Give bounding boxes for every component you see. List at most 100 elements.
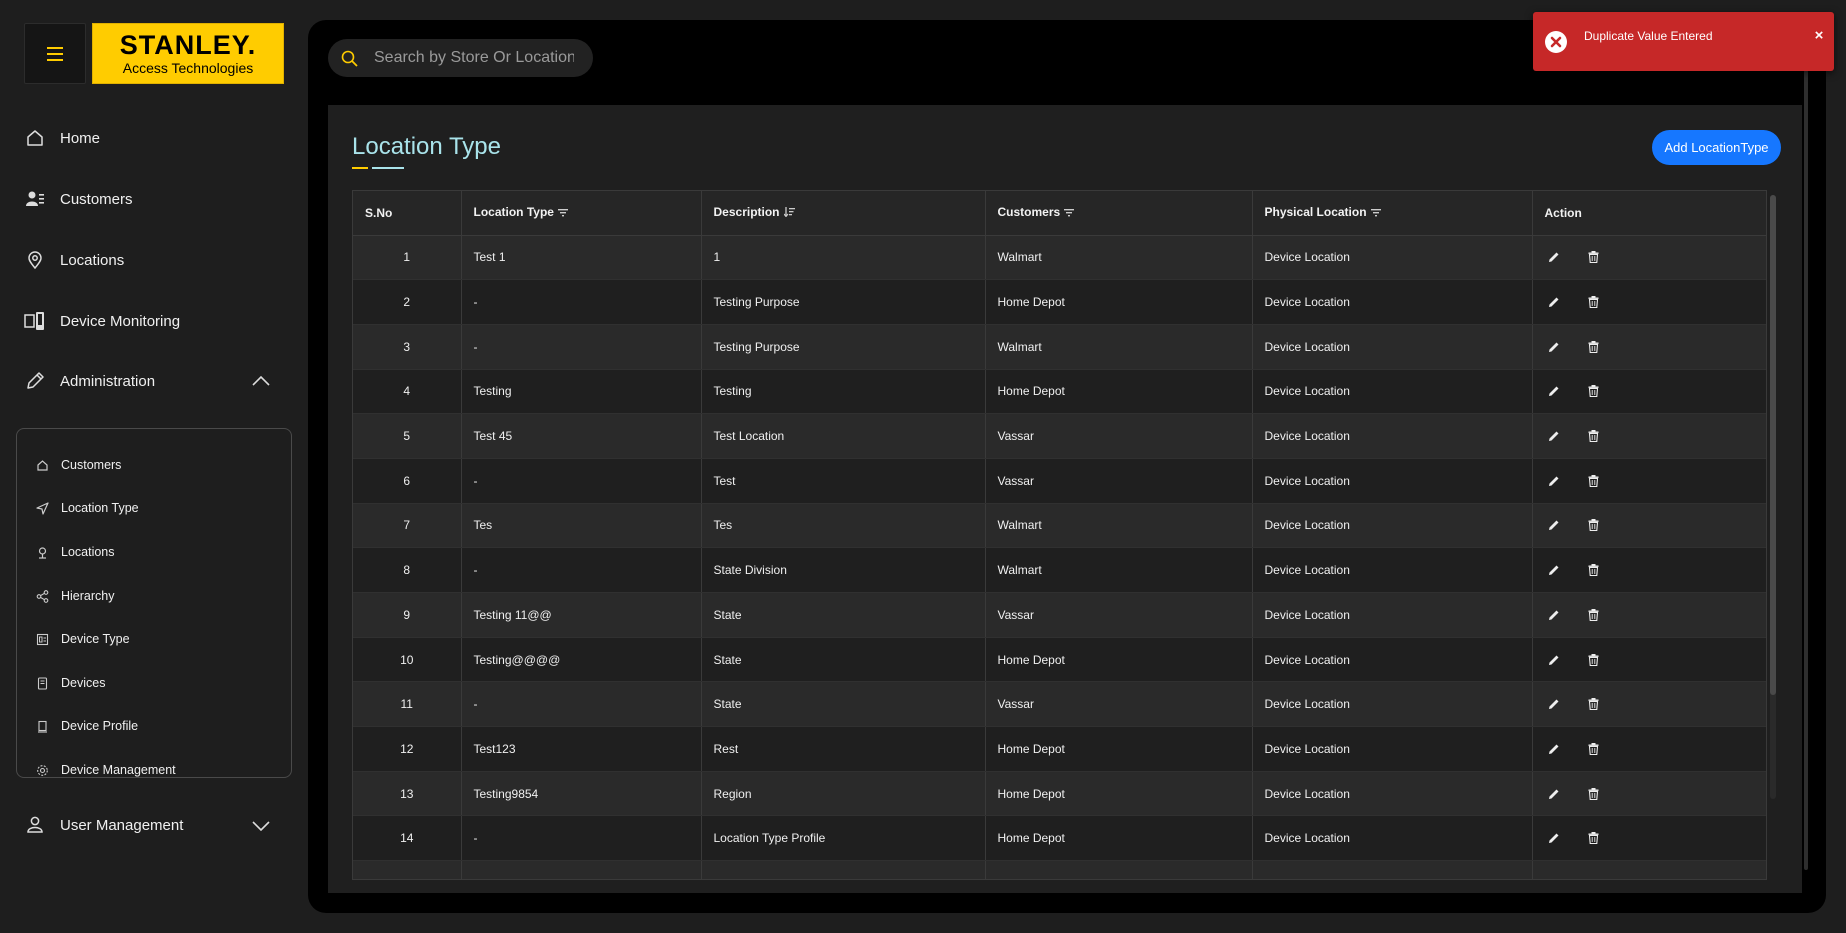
scrollbar-thumb[interactable] (1770, 195, 1776, 695)
nav-item-home[interactable]: Home (24, 121, 100, 155)
search-box[interactable] (328, 39, 593, 77)
sub-item-label: Customers (61, 458, 122, 472)
column-header-physical-location[interactable]: Physical Location (1252, 191, 1533, 236)
table-row: 4 Testing Testing Home Depot Device Location (353, 369, 1766, 415)
delete-icon[interactable] (1585, 829, 1603, 847)
cell-customer: Home Depot (985, 771, 1253, 817)
edit-icon[interactable] (1545, 472, 1563, 490)
cell-description: Test (701, 458, 986, 504)
filter-icon[interactable] (1370, 206, 1381, 220)
table-row: 2- Testing Purpose Home Depot Device Locati… (353, 279, 1766, 325)
edit-icon[interactable] (1545, 382, 1563, 400)
cell-action (1532, 681, 1766, 728)
search-input[interactable] (374, 49, 574, 67)
nav-item-locations[interactable]: Locations (24, 243, 124, 277)
sub-item-device-management[interactable]: Device Management (35, 756, 176, 784)
edit-icon[interactable] (1545, 561, 1563, 579)
sub-item-label: Devices (61, 676, 106, 690)
cell-customer: Home Depot (985, 369, 1253, 415)
filter-icon[interactable] (1064, 206, 1075, 220)
table-scrollbar[interactable] (1770, 195, 1776, 799)
sub-item-label: Hierarchy (61, 589, 115, 603)
cell-location-type: - (461, 279, 702, 325)
toast-message: Duplicate Value Entered (1584, 29, 1713, 43)
cell-sno: 2 (353, 279, 462, 325)
delete-icon[interactable] (1585, 338, 1603, 356)
delete-icon[interactable] (1585, 785, 1603, 803)
cell-action (1532, 503, 1766, 549)
delete-icon[interactable] (1585, 606, 1603, 624)
cell-physical-location: Device Location (1252, 637, 1533, 683)
sort-descending-icon[interactable] (783, 206, 795, 220)
edit-icon[interactable] (1545, 293, 1563, 311)
edit-icon[interactable] (1545, 248, 1563, 266)
cell-description: Testing Purpose (701, 324, 986, 370)
nav-item-label: User Management (60, 816, 184, 834)
sub-item-location-type[interactable]: Location Type (35, 494, 139, 522)
cell-description: Tes (701, 503, 986, 549)
cell-customer: Home Depot (985, 279, 1253, 325)
filter-icon[interactable] (557, 206, 568, 220)
menu-toggle-button[interactable] (24, 23, 86, 84)
chevron-down-icon[interactable] (250, 815, 272, 837)
delete-icon[interactable] (1585, 427, 1603, 445)
location-pin-icon (24, 249, 46, 271)
edit-icon[interactable] (1545, 606, 1563, 624)
sub-item-locations[interactable]: Locations (35, 538, 115, 566)
sub-item-devices[interactable]: Devices (35, 669, 105, 697)
cell-customer: Vassar (985, 413, 1253, 459)
cell-physical-location: Device Location (1252, 369, 1533, 415)
sub-item-device-profile[interactable]: Device Profile (35, 712, 138, 740)
close-icon[interactable]: × (1811, 27, 1827, 44)
edit-icon[interactable] (1545, 651, 1563, 669)
cell-description: Testing Purpose (701, 279, 986, 325)
table-row (353, 860, 1766, 879)
delete-icon[interactable] (1585, 561, 1603, 579)
chevron-up-icon[interactable] (250, 370, 272, 392)
sub-item-customers[interactable]: Customers (35, 451, 121, 479)
delete-icon[interactable] (1585, 382, 1603, 400)
sub-item-label: Device Management (61, 763, 176, 777)
brand-logo: STANLEY. Access Technologies (92, 23, 284, 84)
column-header-description[interactable]: Description (701, 191, 986, 236)
sub-item-hierarchy[interactable]: Hierarchy (35, 582, 115, 610)
nav-item-administration[interactable]: Administration (24, 364, 155, 398)
cell-action (1532, 547, 1766, 593)
delete-icon[interactable] (1585, 740, 1603, 758)
sub-item-device-type[interactable]: Device Type (35, 625, 130, 653)
delete-icon[interactable] (1585, 695, 1603, 713)
delete-icon[interactable] (1585, 472, 1603, 490)
column-header-customers[interactable]: Customers (985, 191, 1253, 236)
column-header-location-type[interactable]: Location Type (461, 191, 702, 236)
cell-sno: 1 (353, 235, 462, 281)
cell-sno: 11 (353, 681, 462, 728)
cell-physical-location: Device Location (1252, 815, 1533, 862)
edit-icon[interactable] (1545, 695, 1563, 713)
share-icon (35, 589, 49, 603)
delete-icon[interactable] (1585, 516, 1603, 534)
send-icon (35, 501, 49, 515)
add-location-type-button[interactable]: Add LocationType (1652, 130, 1781, 165)
cell-sno: 12 (353, 726, 462, 772)
nav-item-label: Locations (60, 251, 125, 269)
nav-item-user-management[interactable]: User Management (24, 808, 183, 842)
cell-location-type: Testing (461, 369, 702, 415)
cell-sno: 5 (353, 413, 462, 459)
cell-location-type: Testing@@@@ (461, 637, 702, 683)
edit-icon[interactable] (1545, 829, 1563, 847)
delete-icon[interactable] (1585, 651, 1603, 669)
delete-icon[interactable] (1585, 248, 1603, 266)
cell-customer (985, 860, 1253, 879)
edit-icon[interactable] (1545, 785, 1563, 803)
nav-item-device-monitoring[interactable]: Device Monitoring (24, 304, 180, 338)
cell-location-type: Testing 11@@ (461, 592, 702, 638)
delete-icon[interactable] (1585, 293, 1603, 311)
edit-icon[interactable] (1545, 740, 1563, 758)
cell-action (1532, 771, 1766, 817)
page-scrollbar[interactable] (1804, 70, 1808, 870)
edit-icon[interactable] (1545, 427, 1563, 445)
nav-item-customers[interactable]: Customers (24, 182, 133, 216)
edit-icon[interactable] (1545, 516, 1563, 534)
edit-icon[interactable] (1545, 338, 1563, 356)
cell-sno: 9 (353, 592, 462, 638)
